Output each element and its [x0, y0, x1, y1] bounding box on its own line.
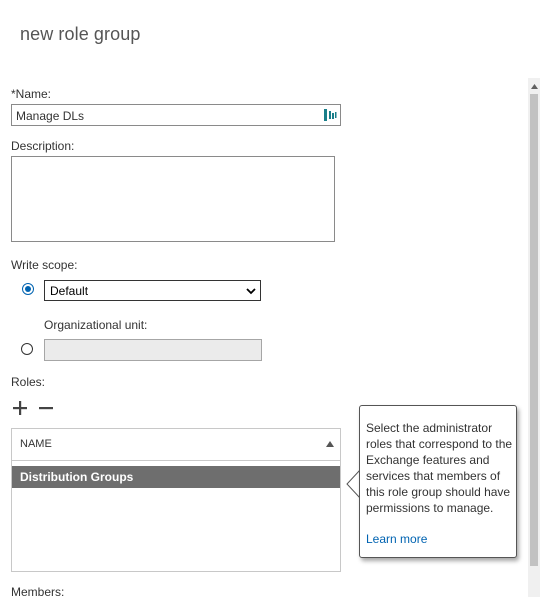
- description-textarea[interactable]: [11, 156, 335, 242]
- roles-table: NAME Distribution Groups: [11, 428, 341, 572]
- remove-icon[interactable]: [39, 401, 53, 415]
- sort-ascending-icon: [326, 441, 334, 447]
- help-callout: Select the administrator roles that corr…: [359, 405, 517, 558]
- write-scope-select[interactable]: Default: [44, 280, 261, 301]
- write-scope-selected-value: Default: [50, 284, 89, 298]
- scrollbar-thumb[interactable]: [530, 94, 538, 566]
- table-row[interactable]: Distribution Groups: [12, 466, 340, 488]
- name-label: *Name:: [11, 87, 52, 101]
- write-scope-ou-radio[interactable]: [21, 343, 33, 355]
- scroll-up-arrow-icon[interactable]: [531, 84, 538, 89]
- column-header-name[interactable]: NAME: [20, 438, 52, 450]
- vertical-scrollbar[interactable]: [528, 78, 540, 597]
- write-scope-label: Write scope:: [11, 258, 78, 272]
- name-input[interactable]: Manage DLs: [11, 104, 341, 126]
- organizational-unit-input[interactable]: [44, 339, 262, 361]
- learn-more-link[interactable]: Learn more: [366, 532, 427, 546]
- roles-table-header[interactable]: NAME: [12, 429, 340, 461]
- name-input-value: Manage DLs: [16, 109, 85, 123]
- page-title: new role group: [20, 24, 141, 44]
- role-name-cell: Distribution Groups: [20, 470, 134, 484]
- password-manager-icon[interactable]: [323, 108, 337, 122]
- add-icon[interactable]: [13, 401, 27, 415]
- organizational-unit-label: Organizational unit:: [44, 318, 148, 332]
- callout-text: Select the administrator roles that corr…: [366, 421, 513, 515]
- roles-label: Roles:: [11, 375, 46, 389]
- description-label: Description:: [11, 139, 75, 153]
- write-scope-default-radio[interactable]: [22, 283, 34, 295]
- chevron-down-icon: [246, 288, 256, 295]
